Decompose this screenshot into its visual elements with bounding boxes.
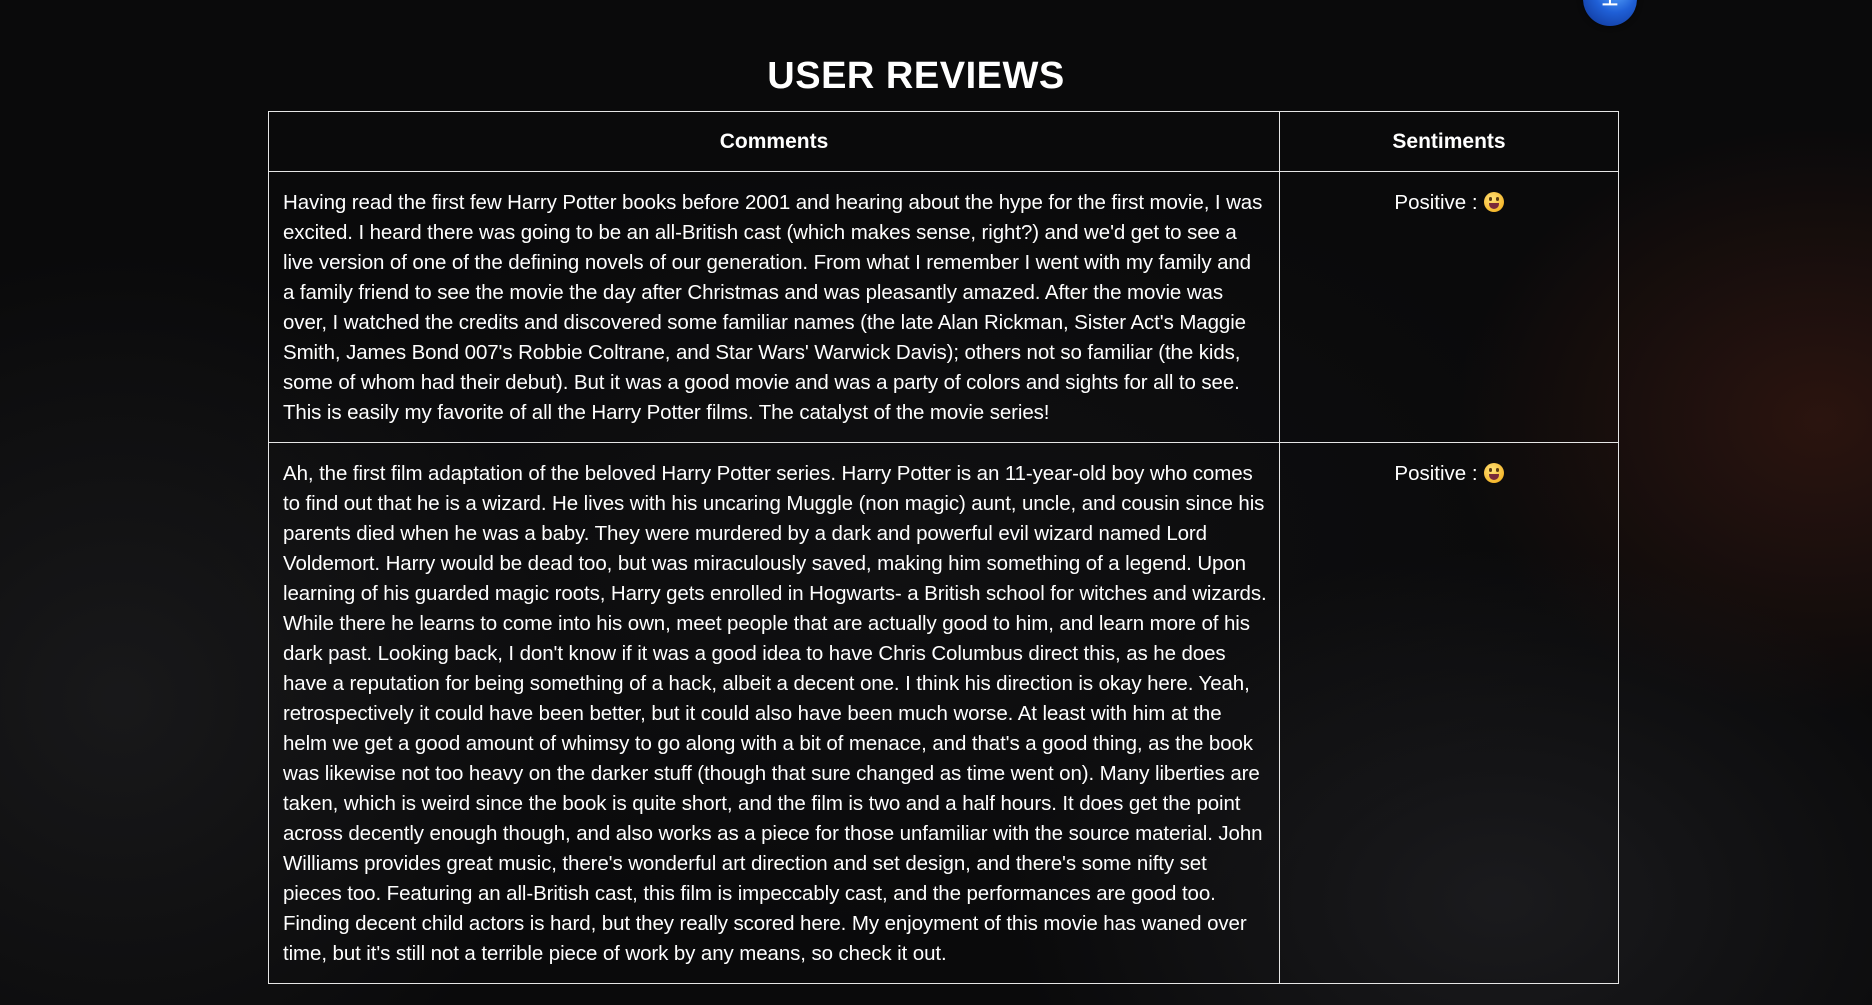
review-comment: Ah, the first film adaptation of the bel… (268, 442, 1280, 984)
sentiment-label: Positive : (1394, 462, 1478, 485)
review-sentiment: Positive : (1279, 171, 1619, 443)
table-row: Having read the first few Harry Potter b… (268, 171, 1619, 443)
grinning-face-emoji-icon (1483, 463, 1504, 483)
review-comment: Having read the first few Harry Potter b… (268, 171, 1280, 443)
grinning-face-emoji-icon (1483, 192, 1504, 212)
reviews-table: Comments Sentiments Having read the firs… (268, 111, 1619, 984)
comments-column-header: Comments (268, 111, 1280, 172)
sentiment-label: Positive : (1394, 191, 1478, 214)
table-row: Ah, the first film adaptation of the bel… (268, 442, 1619, 984)
accessibility-badge-button[interactable]: ⊥ (1583, 0, 1637, 26)
review-sentiment: Positive : (1279, 442, 1619, 984)
table-header-row: Comments Sentiments (268, 111, 1619, 172)
accessibility-badge-icon: ⊥ (1597, 0, 1623, 9)
page-title: USER REVIEWS (767, 55, 1065, 98)
sentiments-column-header: Sentiments (1279, 111, 1619, 172)
